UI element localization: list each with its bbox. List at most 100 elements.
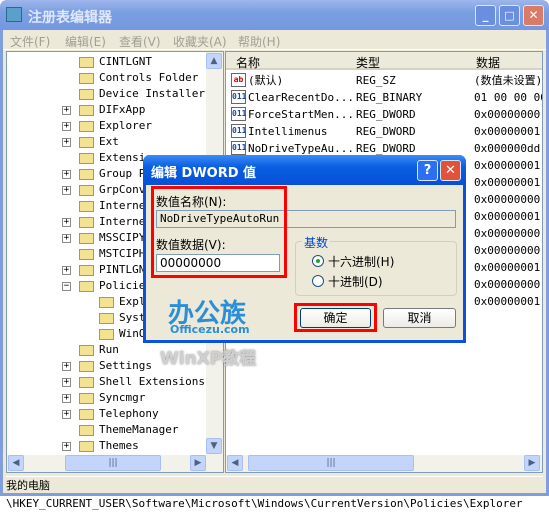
- tree-item[interactable]: + DIFxApp: [7, 102, 207, 118]
- tree-item[interactable]: Device Installer: [7, 86, 207, 102]
- row-data: 0x00000001: [474, 159, 541, 172]
- list-row[interactable]: 011 ForceStartMen... REG_DWORD 0x00000000: [226, 106, 542, 123]
- row-data: 0x00000000: [474, 244, 541, 257]
- close-button[interactable]: ✕: [523, 5, 544, 26]
- folder-icon: [79, 153, 94, 164]
- tree-item-label: Telephony: [99, 407, 159, 420]
- folder-icon: [79, 217, 94, 228]
- highlight-box-fields: [151, 186, 287, 278]
- expand-icon[interactable]: +: [62, 170, 71, 179]
- expand-icon[interactable]: +: [62, 218, 71, 227]
- row-data: 0x000000dd: [474, 142, 541, 155]
- hex-radio-label[interactable]: 十六进制(H): [328, 253, 394, 270]
- binary-value-icon: 011: [231, 141, 246, 155]
- tree-item-label: MSSCIPY: [99, 231, 146, 244]
- tree-item[interactable]: + Explorer: [7, 118, 207, 134]
- folder-icon: [79, 169, 94, 180]
- tree-horizontal-scrollbar[interactable]: ◀ ||| ▶: [7, 455, 223, 472]
- folder-icon: [79, 265, 94, 276]
- string-value-icon: ab: [231, 73, 246, 87]
- scroll-thumb[interactable]: |||: [248, 455, 414, 471]
- dec-radio-label[interactable]: 十进制(D): [328, 273, 383, 290]
- tree-item[interactable]: + Telephony: [7, 406, 207, 422]
- tree-item[interactable]: + Themes: [7, 438, 207, 454]
- menu-favorites[interactable]: 收藏夹(A): [173, 33, 227, 50]
- folder-icon: [79, 105, 94, 116]
- maximize-button[interactable]: □: [499, 5, 520, 26]
- column-name[interactable]: 名称: [236, 54, 260, 71]
- minimize-button[interactable]: _: [475, 5, 496, 26]
- tree-item[interactable]: ThemeManager: [7, 422, 207, 438]
- folder-icon: [99, 329, 114, 340]
- column-data[interactable]: 数据: [476, 54, 500, 71]
- expand-icon[interactable]: +: [62, 362, 71, 371]
- list-row[interactable]: 011 ClearRecentDo... REG_BINARY 01 00 00 00: [226, 89, 542, 106]
- tree-item-label: Syncmgr: [99, 391, 146, 404]
- row-data: 0x00000001: [474, 295, 541, 308]
- tree-item-label: Controls Folder: [99, 71, 199, 84]
- scroll-right-button[interactable]: ▶: [524, 455, 540, 471]
- folder-icon: [79, 281, 94, 292]
- expand-icon[interactable]: +: [62, 266, 71, 275]
- expand-icon[interactable]: +: [62, 442, 71, 451]
- dec-radio[interactable]: [312, 275, 324, 287]
- folder-icon: [79, 425, 94, 436]
- menu-edit[interactable]: 编辑(E): [65, 33, 106, 50]
- dialog-close-button[interactable]: ✕: [440, 160, 461, 181]
- folder-icon: [79, 441, 94, 452]
- tree-item-label: CINTLGNT: [99, 55, 152, 68]
- scroll-up-button[interactable]: ▲: [206, 53, 222, 69]
- tree-item-label: DIFxApp: [99, 103, 146, 116]
- row-type: REG_SZ: [356, 74, 396, 87]
- collapse-icon[interactable]: −: [62, 282, 71, 291]
- scroll-down-button[interactable]: ▼: [206, 438, 222, 454]
- scroll-left-button[interactable]: ◀: [8, 455, 24, 471]
- folder-icon: [99, 313, 114, 324]
- expand-icon[interactable]: +: [62, 378, 71, 387]
- tree-item-label: MSTCIPH: [99, 247, 146, 260]
- window-title: 注册表编辑器: [28, 10, 112, 26]
- expand-icon[interactable]: +: [62, 138, 71, 147]
- menu-file[interactable]: 文件(F): [10, 33, 50, 50]
- hex-radio[interactable]: [312, 255, 324, 267]
- binary-value-icon: 011: [231, 107, 246, 121]
- tree-item[interactable]: Controls Folder: [7, 70, 207, 86]
- expand-icon[interactable]: +: [62, 410, 71, 419]
- menu-view[interactable]: 查看(V): [119, 33, 161, 50]
- tree-item[interactable]: CINTLGNT: [7, 54, 207, 70]
- row-data: 0x00000001: [474, 210, 541, 223]
- expand-icon[interactable]: +: [62, 186, 71, 195]
- list-row[interactable]: ab (默认) REG_SZ (数值未设置): [226, 72, 542, 89]
- regedit-icon: [6, 7, 22, 22]
- expand-icon[interactable]: +: [62, 122, 71, 131]
- row-name: ClearRecentDo...: [248, 91, 354, 104]
- expand-icon[interactable]: +: [62, 234, 71, 243]
- tree-item-label: Device Installer: [99, 87, 205, 100]
- cancel-button[interactable]: 取消: [383, 308, 456, 328]
- menu-help[interactable]: 帮助(H): [238, 33, 280, 50]
- expand-icon[interactable]: +: [62, 394, 71, 403]
- row-name: ForceStartMen...: [248, 108, 354, 121]
- scroll-left-button[interactable]: ◀: [227, 455, 243, 471]
- tree-item[interactable]: + Shell Extensions: [7, 374, 207, 390]
- list-row[interactable]: 011 Intellimenus REG_DWORD 0x00000001: [226, 123, 542, 140]
- scroll-right-button[interactable]: ▶: [190, 455, 206, 471]
- folder-icon: [79, 89, 94, 100]
- dialog-title-bar[interactable]: 编辑 DWORD 值 ? ✕: [143, 155, 466, 185]
- list-header: 名称 类型 数据: [226, 52, 542, 70]
- tree-item-label: Settings: [99, 359, 152, 372]
- title-bar[interactable]: 注册表编辑器 _ □ ✕: [0, 0, 549, 30]
- expand-icon[interactable]: +: [62, 106, 71, 115]
- tree-item[interactable]: + Ext: [7, 134, 207, 150]
- column-type[interactable]: 类型: [356, 54, 380, 71]
- watermark-site: Officezu.com: [170, 323, 250, 336]
- tree-item-label: Ext: [99, 135, 119, 148]
- tree-item[interactable]: + Syncmgr: [7, 390, 207, 406]
- scroll-thumb[interactable]: |||: [65, 455, 161, 471]
- row-data: 0x00000001: [474, 176, 541, 189]
- values-horizontal-scrollbar[interactable]: ◀ ||| ▶: [226, 455, 542, 472]
- row-data: (数值未设置): [474, 74, 543, 87]
- binary-value-icon: 011: [231, 90, 246, 104]
- help-button[interactable]: ?: [417, 160, 438, 181]
- row-data: 0x00000000: [474, 227, 541, 240]
